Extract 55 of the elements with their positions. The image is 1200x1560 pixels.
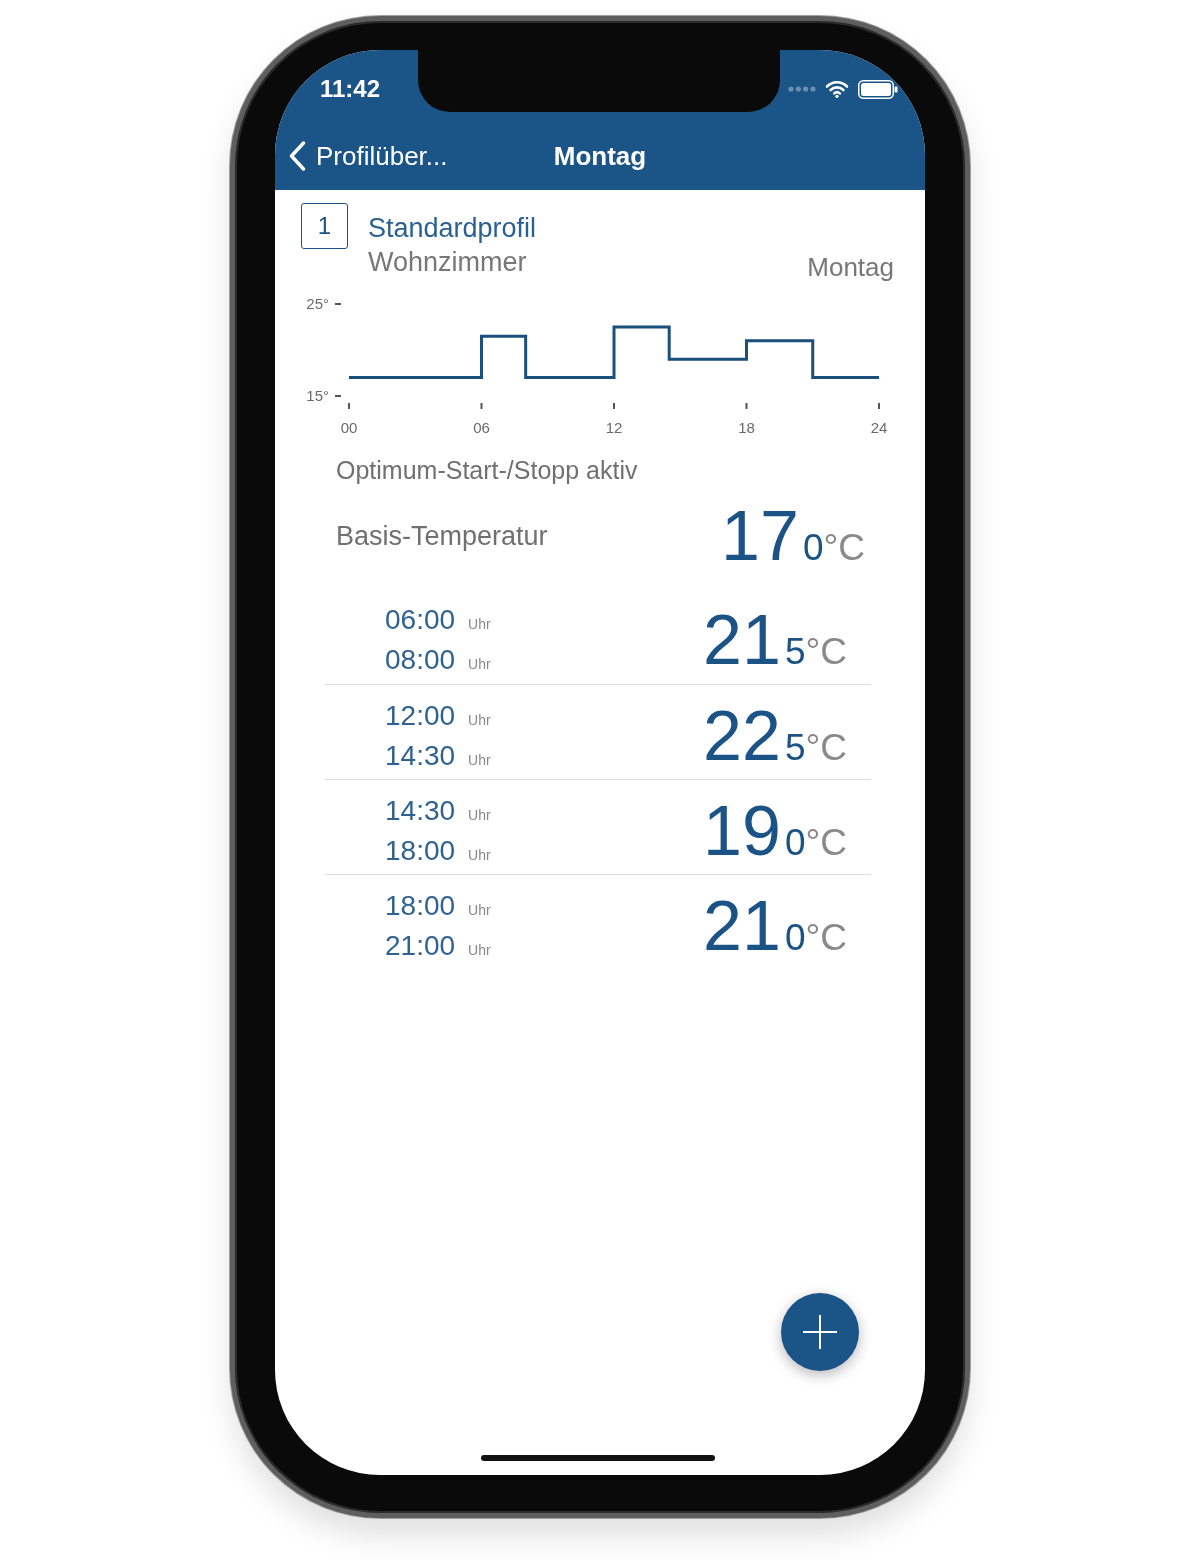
- chevron-left-icon: [289, 141, 306, 171]
- temperature-whole: 17: [721, 501, 799, 571]
- temperature-decimal: 5°C: [784, 729, 847, 766]
- end-time: 08:00: [385, 643, 456, 677]
- start-time: 18:00: [385, 889, 456, 923]
- axis-label: 15°: [306, 387, 329, 404]
- profile-number: 1: [301, 203, 348, 249]
- time-unit: Uhr: [468, 846, 491, 865]
- status-time: 11:42: [320, 75, 381, 103]
- day-label: Montag: [807, 251, 894, 284]
- axis-label: 12: [605, 419, 623, 436]
- temperature-whole: 22: [703, 701, 781, 771]
- time-unit: Uhr: [468, 615, 491, 634]
- time-unit: Uhr: [468, 941, 491, 960]
- start-time: 06:00: [385, 603, 456, 637]
- axis-label: 25°: [306, 295, 329, 312]
- plus-icon: [803, 1315, 837, 1349]
- back-button[interactable]: Profilüber...: [275, 140, 448, 172]
- end-time: 21:00: [385, 929, 456, 963]
- time-unit: Uhr: [468, 806, 491, 825]
- axis-label: 06: [473, 419, 490, 436]
- profile-name: Standardprofil: [368, 212, 537, 245]
- temperature-whole: 21: [703, 891, 781, 961]
- add-button[interactable]: [781, 1293, 859, 1371]
- start-time: 14:30: [385, 794, 456, 828]
- temperature-decimal: 0°C: [784, 824, 847, 861]
- temperature-decimal: 5°C: [784, 633, 847, 670]
- optimum-status: Optimum-Start-/Stopp aktiv: [336, 455, 638, 485]
- time-unit: Uhr: [468, 901, 491, 920]
- axis-tick: [480, 402, 483, 410]
- axis-tick: [334, 303, 342, 305]
- temperature-decimal: 0°C: [802, 529, 865, 566]
- axis-tick: [613, 402, 615, 410]
- screen-title: Montag: [553, 140, 647, 172]
- wifi-icon: [825, 80, 849, 98]
- axis-tick: [878, 402, 880, 410]
- temperature-decimal: 0°C: [784, 919, 847, 956]
- base-temperature-label: Basis-Temperatur: [336, 520, 548, 552]
- axis-tick: [348, 402, 350, 410]
- axis-tick: [334, 395, 342, 397]
- battery-icon: [858, 79, 898, 99]
- axis-tick: [745, 402, 748, 410]
- temperature-whole: 19: [703, 796, 781, 866]
- temperature-whole: 21: [703, 605, 781, 675]
- axis-label: 18: [738, 419, 755, 436]
- axis-label: 00: [340, 419, 358, 436]
- time-unit: Uhr: [468, 655, 491, 674]
- end-time: 14:30: [385, 739, 456, 773]
- start-time: 12:00: [385, 699, 456, 733]
- room-name: Wohnzimmer: [368, 246, 528, 279]
- time-unit: Uhr: [468, 711, 491, 730]
- signal-icon: [788, 86, 816, 92]
- end-time: 18:00: [385, 834, 456, 868]
- time-unit: Uhr: [468, 751, 491, 770]
- axis-label: 24: [870, 419, 888, 436]
